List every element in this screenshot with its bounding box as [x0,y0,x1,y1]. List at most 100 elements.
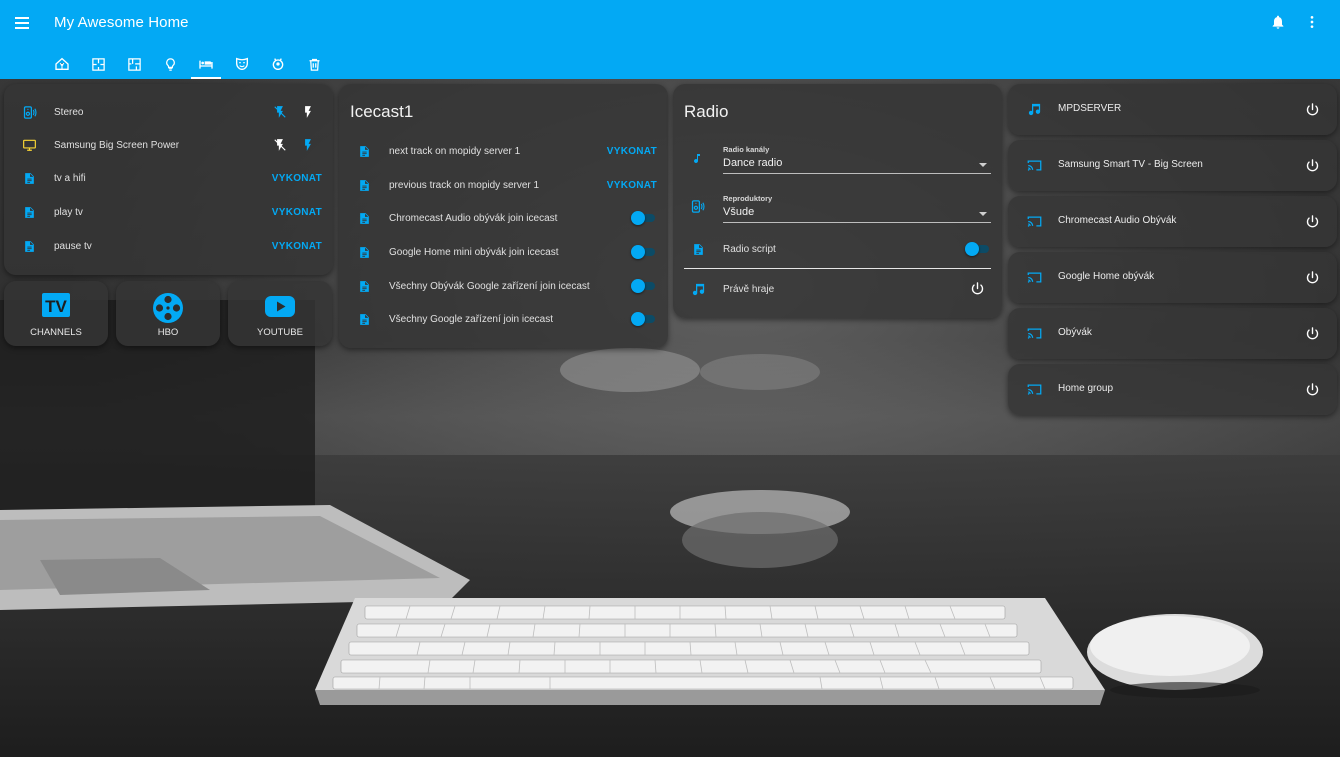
run-script-button[interactable]: VYKONAT [607,180,657,191]
speaker-icon [20,103,38,121]
entity-label: Google Home mini obývák join icecast [389,246,559,258]
entity-label: Google Home obývák [1058,271,1155,282]
tab-floor-plan-alt[interactable] [116,49,152,79]
card-title: Radio [684,102,729,121]
tab-bedroom[interactable] [188,49,224,79]
speaker-icon [690,199,706,215]
entity-label: tv a hifi [54,172,86,184]
entity-label: previous track on mopidy server 1 [389,179,540,191]
power-icon[interactable] [970,281,986,297]
run-script-button[interactable]: VYKONAT [272,207,322,218]
app-title: My Awesome Home [54,14,189,31]
run-script-button[interactable]: VYKONAT [272,173,322,184]
script-row-all-living-room-join: Všechny Obývák Google zařízení join icec… [339,269,668,303]
power-icon[interactable] [1303,324,1321,342]
script-row-chromecast-join: Chromecast Audio obývák join icecast [339,201,668,235]
film-reel-icon [116,292,220,324]
entity-label: pause tv [54,240,92,252]
media-player-home-group: Home group [1008,364,1337,415]
field-value: Všude [723,206,755,218]
entity-label: Obývák [1058,327,1092,338]
script-row-previous-track: previous track on mopidy server 1 VYKONA… [339,168,668,202]
music-notes-icon [689,280,707,298]
home-assistant-icon [55,57,69,70]
script-row-next-track: next track on mopidy server 1 VYKONAT [339,134,668,168]
floor-plan-icon [91,57,105,71]
entity-label: Všechny Obývák Google zařízení join icec… [389,280,590,292]
flash-on-icon[interactable] [301,104,315,120]
notifications-bell-icon[interactable] [1268,12,1288,32]
more-options-icon[interactable] [1302,12,1322,32]
tile-label: CHANNELS [30,327,82,338]
entity-label: Radio script [723,243,776,255]
field-label: Reproduktory [723,194,773,203]
media-player-obyvak: Obývák [1008,308,1337,359]
file-document-icon [20,203,38,221]
flash-off-icon[interactable] [273,137,287,153]
radio-channel-select[interactable]: Radio kanály Dance radio [723,145,991,175]
script-row-pause-tv: pause tv VYKONAT [4,229,333,263]
tile-label: HBO [157,327,179,338]
youtube-icon [228,292,332,324]
toggle-switch[interactable] [631,279,657,293]
divider [684,268,991,269]
channels-tile-button[interactable]: TV CHANNELS [4,281,108,346]
now-playing-row: Právě hraje [673,272,1002,306]
youtube-tile-button[interactable]: YOUTUBE [228,281,332,346]
toggle-switch[interactable] [631,312,657,326]
entity-row-stereo: Stereo [4,95,333,129]
lightbulb-icon [165,57,175,71]
cast-icon [1025,212,1043,230]
tab-vacuum[interactable] [260,49,296,79]
run-script-button[interactable]: VYKONAT [272,241,322,252]
file-document-icon [355,209,373,227]
svg-text:TV: TV [45,297,67,316]
tab-lights[interactable] [152,49,188,79]
cast-icon [1025,156,1043,174]
toggle-switch[interactable] [965,242,991,256]
header-actions [1268,12,1322,32]
television-icon [20,136,38,154]
entity-label: Samsung Smart TV - Big Screen [1058,159,1203,170]
hbo-tile-button[interactable]: HBO [116,281,220,346]
flash-on-icon[interactable] [301,137,315,153]
file-document-icon [20,237,38,255]
run-script-button[interactable]: VYKONAT [607,146,657,157]
cast-icon [1025,268,1043,286]
bed-icon [199,60,213,69]
drama-masks-icon [236,57,248,71]
power-icon[interactable] [1303,100,1321,118]
menu-icon[interactable] [13,12,35,34]
floor-plan-alt-icon [127,57,141,71]
tab-floor-plan[interactable] [80,49,116,79]
entity-label: Chromecast Audio obývák join icecast [389,212,558,224]
tab-home-assistant[interactable] [44,49,80,79]
power-icon[interactable] [1303,212,1321,230]
toggle-switch[interactable] [631,211,657,225]
radio-script-row: Radio script [673,232,1002,266]
script-row-tv-a-hifi: tv a hifi VYKONAT [4,161,333,195]
power-icon[interactable] [1303,268,1321,286]
file-document-icon [355,310,373,328]
view-tabs [44,49,332,79]
entity-row-samsung-power: Samsung Big Screen Power [4,128,333,162]
media-player-google-home: Google Home obývák [1008,252,1337,303]
field-value: Dance radio [723,157,783,169]
tab-entertainment[interactable] [224,49,260,79]
power-icon[interactable] [1303,380,1321,398]
speakers-select[interactable]: Reproduktory Všude [723,194,991,224]
card-title: Icecast1 [350,102,414,121]
flash-off-icon[interactable] [273,104,287,120]
entity-label: play tv [54,206,83,218]
toggle-switch[interactable] [631,245,657,259]
file-document-icon [20,169,38,187]
script-row-all-google-join: Všechny Google zařízení join icecast [339,302,668,336]
entity-label: Právě hraje [723,283,775,295]
tv-box-icon: TV [4,292,108,324]
top-app-bar: My Awesome Home [0,0,1340,79]
tab-trash[interactable] [296,49,332,79]
chevron-down-icon [979,212,987,216]
power-icon[interactable] [1303,156,1321,174]
media-player-samsung-tv: Samsung Smart TV - Big Screen [1008,140,1337,191]
script-row-google-home-mini-join: Google Home mini obývák join icecast [339,235,668,269]
